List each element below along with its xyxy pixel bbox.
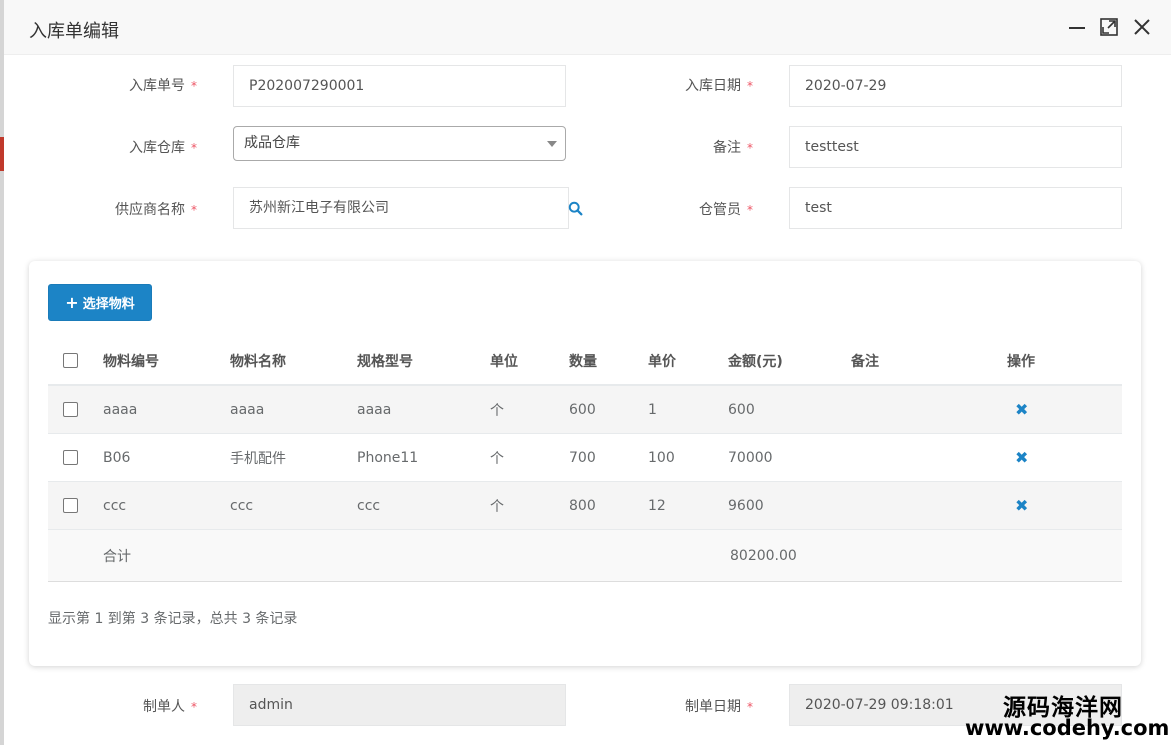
- table-row[interactable]: aaaa aaaa aaaa 个 600 1 600 ✖: [48, 386, 1122, 434]
- col-header[interactable]: 金额(元): [728, 337, 783, 384]
- plus-icon: +: [65, 292, 79, 312]
- col-header: 操作: [1007, 353, 1035, 370]
- col-header[interactable]: 备注: [851, 337, 879, 384]
- dialog-title: 入库单编辑: [29, 21, 119, 42]
- created-date-label: 制单日期 *: [685, 699, 753, 715]
- close-icon[interactable]: [1129, 14, 1155, 40]
- delete-icon[interactable]: ✖: [1015, 496, 1028, 515]
- total-amount: 80200.00: [730, 547, 797, 564]
- table-footer-total: 合计 80200.00: [48, 530, 1122, 582]
- row-checkbox[interactable]: [63, 498, 78, 513]
- supplier-input[interactable]: 苏州新江电子有限公司: [233, 187, 569, 229]
- row-checkbox[interactable]: [63, 450, 78, 465]
- creator-label: 制单人 *: [143, 699, 197, 715]
- date-label: 入库日期 *: [685, 78, 753, 94]
- col-header[interactable]: 单位: [490, 337, 518, 384]
- warehouse-select[interactable]: 成品仓库: [233, 126, 566, 161]
- total-label: 合计: [103, 548, 131, 565]
- select-material-button[interactable]: + 选择物料: [48, 284, 152, 321]
- order-no-input[interactable]: P202007290001: [233, 65, 566, 107]
- chevron-down-icon: [547, 141, 557, 147]
- keeper-input[interactable]: test: [789, 187, 1122, 229]
- col-header[interactable]: 规格型号: [357, 337, 413, 384]
- keeper-label: 仓管员 *: [699, 202, 753, 218]
- date-input[interactable]: 2020-07-29: [789, 65, 1122, 107]
- table-header: 物料编号 物料名称 规格型号 单位 数量 单价 金额(元) 备注 操作: [48, 337, 1122, 386]
- edit-dialog: 入库单编辑 入库单号 * P202007290001 入库日期 * 2020-07-…: [4, 0, 1171, 745]
- material-panel: + 选择物料 物料编号 物料名称 规格型号 单位 数量 单价 金额(元) 备注 …: [29, 261, 1141, 666]
- remark-label: 备注 *: [713, 140, 753, 156]
- maximize-icon[interactable]: [1096, 14, 1122, 40]
- supplier-label: 供应商名称 *: [115, 202, 197, 218]
- col-header[interactable]: 物料编号: [103, 337, 159, 384]
- table-row[interactable]: ccc ccc ccc 个 800 12 9600 ✖: [48, 482, 1122, 530]
- watermark-url: www.codehy.com: [965, 716, 1170, 740]
- material-table: 物料编号 物料名称 规格型号 单位 数量 单价 金额(元) 备注 操作 aaaa…: [48, 337, 1122, 582]
- delete-icon[interactable]: ✖: [1015, 448, 1028, 467]
- select-all-checkbox[interactable]: [63, 353, 78, 368]
- dialog-titlebar: 入库单编辑: [4, 0, 1171, 55]
- creator-input: admin: [233, 684, 566, 726]
- warehouse-label: 入库仓库 *: [129, 140, 197, 156]
- row-checkbox[interactable]: [63, 402, 78, 417]
- col-header[interactable]: 单价: [648, 337, 676, 384]
- col-header[interactable]: 数量: [569, 337, 597, 384]
- remark-input[interactable]: testtest: [789, 126, 1122, 168]
- minimize-icon[interactable]: [1064, 14, 1090, 40]
- col-header[interactable]: 物料名称: [230, 337, 286, 384]
- order-no-label: 入库单号 *: [129, 78, 197, 94]
- search-icon[interactable]: [568, 201, 586, 219]
- table-row[interactable]: B06 手机配件 Phone11 个 700 100 70000 ✖: [48, 434, 1122, 482]
- delete-icon[interactable]: ✖: [1015, 400, 1028, 419]
- pagination-info: 显示第 1 到第 3 条记录，总共 3 条记录: [48, 611, 298, 627]
